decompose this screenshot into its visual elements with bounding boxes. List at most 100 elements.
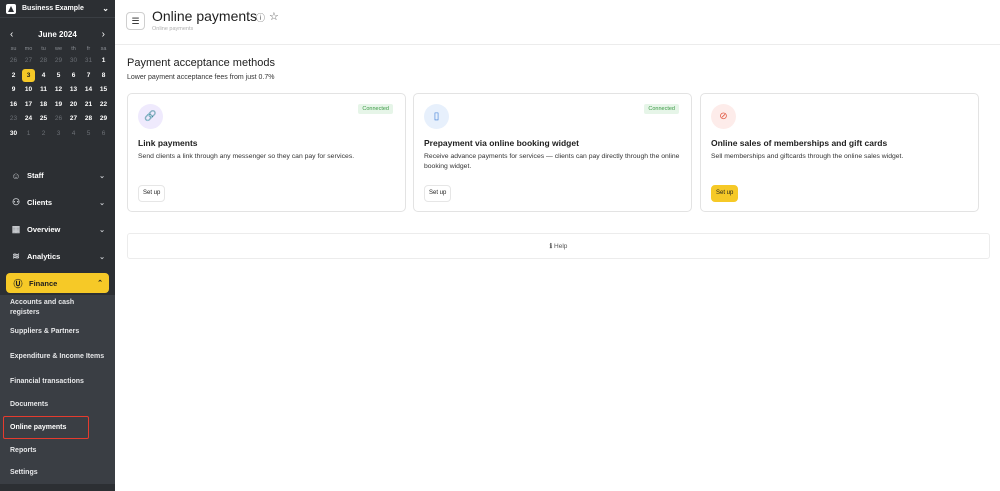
- chevron-down-icon: ⌄: [99, 172, 105, 180]
- calendar-day[interactable]: 28: [36, 54, 51, 69]
- calendar-day[interactable]: 13: [66, 83, 81, 98]
- calendar-day[interactable]: 6: [96, 127, 111, 142]
- prev-month-button[interactable]: ‹: [10, 29, 13, 40]
- calendar-day[interactable]: 24: [21, 112, 36, 127]
- sidebar-item-overview[interactable]: ▦ Overview ⌄: [0, 216, 115, 243]
- page-header: ☰ Online payments ⓘ ☆ Online payments: [115, 0, 1000, 45]
- calendar-day[interactable]: 25: [36, 112, 51, 127]
- setup-button[interactable]: Set up: [424, 185, 452, 202]
- card-title: Link payments: [138, 138, 198, 148]
- next-month-button[interactable]: ›: [102, 29, 105, 40]
- submenu-item[interactable]: Suppliers & Partners: [0, 321, 115, 343]
- calendar-day[interactable]: 21: [81, 98, 96, 113]
- calendar-day[interactable]: 22: [96, 98, 111, 113]
- info-icon: ℹ: [549, 243, 553, 250]
- finance-submenu: Accounts and cash registers Suppliers & P…: [0, 295, 115, 484]
- calendar-day[interactable]: 2: [6, 69, 21, 84]
- breadcrumb: Online payments: [152, 26, 194, 32]
- submenu-item[interactable]: Documents: [0, 393, 115, 416]
- calendar-day[interactable]: 30: [6, 127, 21, 142]
- help-label: Help: [554, 242, 568, 250]
- sidebar-item-staff[interactable]: ☺ Staff ⌄: [0, 162, 115, 189]
- calendar-weekday: su: [10, 46, 17, 52]
- card-link-payments: 🔗 Connected Link payments Send clients a…: [127, 93, 406, 212]
- calendar-weekday: tu: [41, 46, 46, 52]
- calendar-day[interactable]: 8: [96, 69, 111, 84]
- calendar-day[interactable]: 4: [66, 127, 81, 142]
- chevron-down-icon: ⌄: [99, 253, 105, 261]
- calendar-day[interactable]: 2: [36, 127, 51, 142]
- calendar-day[interactable]: 9: [6, 83, 21, 98]
- calendar-day[interactable]: 26: [51, 112, 66, 127]
- card-memberships-gift-cards: ⊘ Online sales of memberships and gift c…: [700, 93, 979, 212]
- phone-icon: ▯: [424, 104, 449, 129]
- submenu-item[interactable]: Reports: [0, 439, 115, 462]
- person-icon: ☺: [11, 170, 21, 181]
- calendar-day[interactable]: 4: [36, 69, 51, 84]
- calendar-weekday: we: [54, 46, 63, 52]
- dollar-icon: Ⓤ: [13, 278, 23, 289]
- calendar-day[interactable]: 29: [96, 112, 111, 127]
- calendar-day[interactable]: 7: [81, 69, 96, 84]
- users-icon: ⚇: [11, 197, 21, 207]
- calendar-grid: su mo tu we th fr sa 26 27 28 29 30 31 1 2 3 4 5 6 7 8 9 10 11 1…: [6, 44, 109, 141]
- section-title: Payment acceptance methods: [127, 57, 275, 69]
- calendar-day[interactable]: 15: [96, 83, 111, 98]
- submenu-item[interactable]: Financial transactions: [0, 371, 115, 393]
- menu-toggle-button[interactable]: ☰: [126, 12, 145, 30]
- calendar-day[interactable]: 17: [21, 98, 36, 113]
- calendar-day[interactable]: 18: [36, 98, 51, 113]
- chevron-down-icon: ⌄: [102, 4, 109, 13]
- card-description: Receive advance payments for services — …: [424, 153, 680, 170]
- chevron-up-icon: ⌃: [97, 280, 103, 287]
- sidebar-item-label: Clients: [27, 198, 53, 207]
- calendar-weekday: th: [71, 46, 76, 52]
- calendar-day[interactable]: 1: [96, 54, 111, 69]
- info-icon[interactable]: ⓘ: [256, 11, 265, 24]
- calendar-month: June 2024: [38, 29, 77, 39]
- calendar-day[interactable]: 14: [81, 83, 96, 98]
- business-switcher[interactable]: Business Example ⌄: [0, 0, 115, 18]
- chevron-down-icon: ⌄: [99, 199, 105, 207]
- calendar-day[interactable]: 31: [81, 54, 96, 69]
- calendar-day[interactable]: 27: [21, 54, 36, 69]
- calendar-day[interactable]: 5: [51, 69, 66, 84]
- page-title: Online payments: [152, 8, 258, 24]
- help-link[interactable]: ℹ Help: [127, 233, 990, 259]
- submenu-item[interactable]: Expenditure & Income Items: [0, 343, 115, 371]
- section-subtitle: Lower payment acceptance fees from just …: [127, 74, 275, 81]
- sidebar-item-label: Staff: [27, 171, 44, 180]
- sidebar-item-clients[interactable]: ⚇ Clients ⌄: [0, 189, 115, 216]
- calendar-day[interactable]: 30: [66, 54, 81, 69]
- calendar-day[interactable]: 19: [51, 98, 66, 113]
- setup-button[interactable]: Set up: [711, 185, 739, 202]
- sidebar-item-analytics[interactable]: ≋ Analytics ⌄: [0, 243, 115, 270]
- submenu-item[interactable]: Online payments: [3, 416, 89, 439]
- calendar-day[interactable]: 27: [66, 112, 81, 127]
- calendar-day[interactable]: 29: [51, 54, 66, 69]
- calendar-day[interactable]: 1: [21, 127, 36, 142]
- calendar-day[interactable]: 3: [51, 127, 66, 142]
- link-icon: 🔗: [138, 104, 163, 129]
- calendar-day[interactable]: 5: [81, 127, 96, 142]
- setup-button[interactable]: Set up: [138, 185, 166, 202]
- sidebar-menu: ☺ Staff ⌄ ⚇ Clients ⌄ ▦ Overview ⌄ ≋ Analytics ⌄ Ⓤ …: [0, 162, 115, 484]
- calendar-day[interactable]: 20: [66, 98, 81, 113]
- calendar-day[interactable]: 11: [36, 83, 51, 98]
- calendar-day[interactable]: 28: [81, 112, 96, 127]
- star-icon[interactable]: ☆: [269, 10, 279, 23]
- submenu-item[interactable]: Accounts and cash registers: [0, 295, 115, 321]
- calendar-day-today[interactable]: 3: [21, 68, 36, 84]
- submenu-item[interactable]: Settings: [0, 462, 115, 484]
- calendar-day[interactable]: 10: [21, 83, 36, 98]
- business-name: Business Example: [22, 5, 84, 12]
- calendar-weekday: sa: [100, 46, 107, 52]
- calendar-day[interactable]: 23: [6, 112, 21, 127]
- calendar-day[interactable]: 26: [6, 54, 21, 69]
- calendar-day[interactable]: 6: [66, 69, 81, 84]
- calendar-day[interactable]: 16: [6, 98, 21, 113]
- sidebar-item-finance[interactable]: Ⓤ Finance ⌃: [6, 273, 109, 293]
- calendar-day[interactable]: 12: [51, 83, 66, 98]
- mini-calendar: ‹ June 2024 › su mo tu we th fr sa 26 27 28 29 30 31…: [0, 18, 115, 141]
- hamburger-icon: ☰: [131, 15, 140, 26]
